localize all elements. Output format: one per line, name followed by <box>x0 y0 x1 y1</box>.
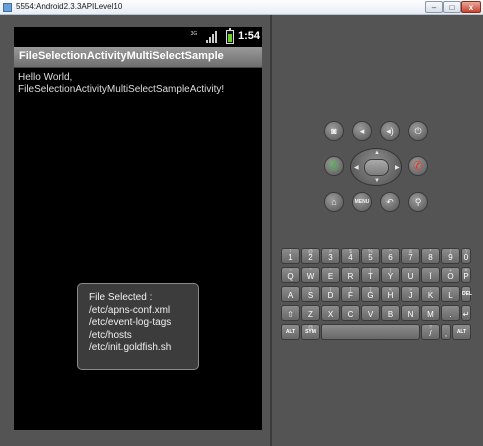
shift-key[interactable]: ⇧ <box>281 305 300 321</box>
key[interactable]: C <box>341 305 360 321</box>
window-titlebar: 5554:Android2.3.3APILevel10 – □ x <box>0 0 483 15</box>
key[interactable]: \ S <box>301 286 320 302</box>
end-call-button[interactable]: ✆ <box>408 156 428 176</box>
key[interactable]: ! 1 <box>281 248 300 264</box>
key[interactable]: N <box>401 305 420 321</box>
toast-file-item: /etc/apns-conf.xml <box>89 304 171 316</box>
key[interactable]: (9 <box>441 248 460 264</box>
key[interactable]: = P <box>461 267 471 283</box>
key[interactable]: " W <box>301 267 320 283</box>
key[interactable]: } Y <box>381 267 400 283</box>
enter-key[interactable]: ↵ <box>461 305 471 321</box>
key[interactable]: #3 <box>321 248 340 264</box>
key[interactable]: ; K <box>421 286 440 302</box>
space-key[interactable] <box>321 324 420 340</box>
key[interactable]: , <box>441 324 451 340</box>
status-bar: 3G 1:54 <box>14 27 262 47</box>
toast-file-item: /etc/event-log-tags <box>89 317 172 328</box>
toast-header: File Selected : <box>89 292 153 303</box>
menu-button[interactable]: MENU <box>352 192 372 212</box>
status-time: 1:54 <box>238 30 261 42</box>
key[interactable]: [F <box>341 286 360 302</box>
key[interactable]: * 8 <box>421 248 440 264</box>
hello-line-1: Hello World, <box>18 72 73 83</box>
key[interactable]: + O <box>441 267 460 283</box>
key[interactable]: < H <box>381 286 400 302</box>
close-window-button[interactable]: x <box>461 1 481 13</box>
key[interactable]: ` R <box>341 267 360 283</box>
app-window-icon <box>3 3 12 12</box>
dpad-up-icon[interactable]: ▲ <box>374 150 380 156</box>
key[interactable]: Z <box>301 305 320 321</box>
key[interactable]: V <box>361 305 380 321</box>
delete-key[interactable]: DEL <box>461 286 472 302</box>
key[interactable]: -U <box>401 267 420 283</box>
toast-file-item: /etc/init.goldfish.sh <box>89 342 172 353</box>
key[interactable]: ~ Q <box>281 267 300 283</box>
alt-key-right[interactable]: ALT <box>452 324 471 340</box>
signal-strength-icon <box>206 31 219 43</box>
key[interactable]: % 5 <box>361 248 380 264</box>
key[interactable]: ? / <box>421 324 440 340</box>
camera-button[interactable]: ◙ <box>324 121 344 141</box>
sym-key[interactable]: @ SYM <box>301 324 320 340</box>
dpad-left-icon[interactable]: ◀ <box>354 164 359 171</box>
power-button[interactable]: ⏻ <box>408 121 428 141</box>
hello-line-2: FileSelectionActivityMultiSelectSampleAc… <box>18 84 225 95</box>
window-title: 5554:Android2.3.3APILevel10 <box>16 2 123 11</box>
volume-down-button[interactable]: ◂ <box>352 121 372 141</box>
search-button[interactable]: ⚲ <box>408 192 428 212</box>
key[interactable]: A <box>281 286 300 302</box>
file-selected-toast: File Selected : /etc/apns-conf.xml /etc/… <box>77 283 199 370</box>
dpad-center-button[interactable] <box>364 159 389 176</box>
key[interactable]: ) 0 <box>461 248 471 264</box>
dpad-right-icon[interactable]: ▶ <box>395 164 400 171</box>
app-title: FileSelectionActivityMultiSelectSample <box>19 50 224 62</box>
key[interactable]: . <box>441 305 460 321</box>
key[interactable]: ^ 6 <box>381 248 400 264</box>
home-button[interactable]: ⌂ <box>324 192 344 212</box>
minimize-button[interactable]: – <box>425 1 443 13</box>
device-screen[interactable]: 3G 1:54 FileSelectionActivityMultiSelect… <box>14 27 262 430</box>
key[interactable]: > J <box>401 286 420 302</box>
back-button[interactable]: ↶ <box>380 192 400 212</box>
alt-key-left[interactable]: ALT <box>281 324 300 340</box>
network-3g-icon: 3G <box>190 31 198 37</box>
key[interactable]: M <box>421 305 440 321</box>
key[interactable]: {T <box>361 267 380 283</box>
key[interactable]: ] G <box>361 286 380 302</box>
key[interactable]: X <box>321 305 340 321</box>
app-title-bar: FileSelectionActivityMultiSelectSample <box>14 47 262 68</box>
key[interactable]: ' E <box>321 267 340 283</box>
key[interactable]: @2 <box>301 248 320 264</box>
key[interactable]: _ I <box>421 267 440 283</box>
maximize-button[interactable]: □ <box>443 1 461 13</box>
key[interactable]: | D <box>321 286 340 302</box>
key[interactable]: & 7 <box>401 248 420 264</box>
panel-divider <box>270 15 272 446</box>
key[interactable]: B <box>381 305 400 321</box>
call-button[interactable]: ✆ <box>324 156 344 176</box>
dpad[interactable]: ▲ ▼ ◀ ▶ <box>350 148 402 186</box>
volume-up-button[interactable]: ◂) <box>380 121 400 141</box>
hello-text: Hello World, FileSelectionActivityMultiS… <box>18 72 262 96</box>
key[interactable]: $4 <box>341 248 360 264</box>
key[interactable]: :L <box>441 286 460 302</box>
battery-icon <box>226 28 234 44</box>
dpad-down-icon[interactable]: ▼ <box>374 178 380 184</box>
toast-file-item: /etc/hosts <box>89 329 132 341</box>
